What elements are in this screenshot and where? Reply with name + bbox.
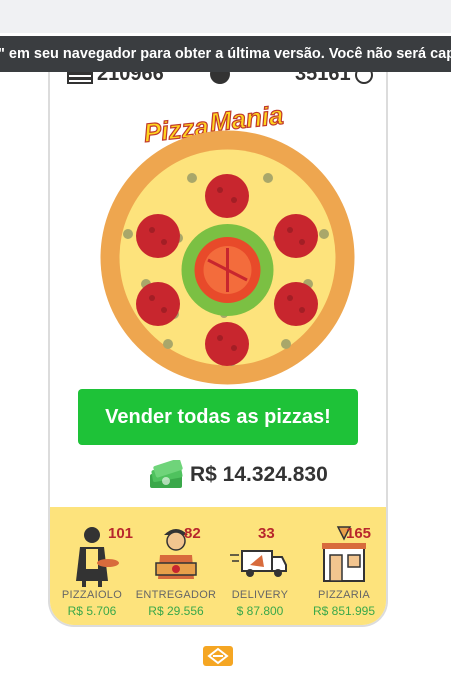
staff-item-entregador[interactable]: 82 ENTREGADOR R$ 29.556 [134, 507, 218, 625]
entregador-count: 82 [184, 525, 201, 542]
update-notice-banner: " em seu navegador para obter a última v… [0, 36, 451, 72]
update-notice-text: " em seu navegador para obter a última v… [0, 46, 451, 62]
staff-item-delivery[interactable]: 33 DELIVERY $ 87.800 [218, 507, 302, 625]
staff-bar: 101 PIZZAIOLO R$ 5.706 82 ENTREGADOR R$ … [50, 507, 386, 625]
share-icon[interactable] [203, 646, 233, 666]
delivery-price: $ 87.800 [236, 604, 284, 618]
staff-item-pizzaria[interactable]: 165 PIZZARIA R$ 851.995 [302, 507, 386, 625]
diamond-arrow-icon [207, 647, 229, 665]
money-amount: R$ 14.324.830 [190, 463, 328, 486]
pizza-clickable[interactable] [100, 130, 355, 385]
pizzaiolo-price: R$ 5.706 [67, 604, 117, 618]
game-card: 210966 35161 Pizza Mania Vender todas as… [48, 40, 388, 627]
entregador-price: R$ 29.556 [148, 604, 204, 618]
money-display: R$ 14.324.830 [148, 460, 328, 490]
pizzaria-count: 165 [346, 525, 372, 542]
entregador-label: ENTREGADOR [135, 589, 217, 601]
staff-item-pizzaiolo[interactable]: 101 PIZZAIOLO R$ 5.706 [50, 507, 134, 625]
cash-stack-icon [150, 460, 183, 488]
pizzaiolo-count: 101 [108, 525, 134, 542]
browser-top-bar [0, 0, 451, 33]
pizzaiolo-label: PIZZAIOLO [61, 589, 123, 601]
sell-all-pizzas-button[interactable]: Vender todas as pizzas! [78, 389, 358, 445]
delivery-count: 33 [258, 525, 275, 542]
pizzaria-label: PIZZARIA [318, 589, 370, 601]
pizzaria-price: R$ 851.995 [312, 604, 376, 618]
delivery-label: DELIVERY [231, 589, 289, 601]
